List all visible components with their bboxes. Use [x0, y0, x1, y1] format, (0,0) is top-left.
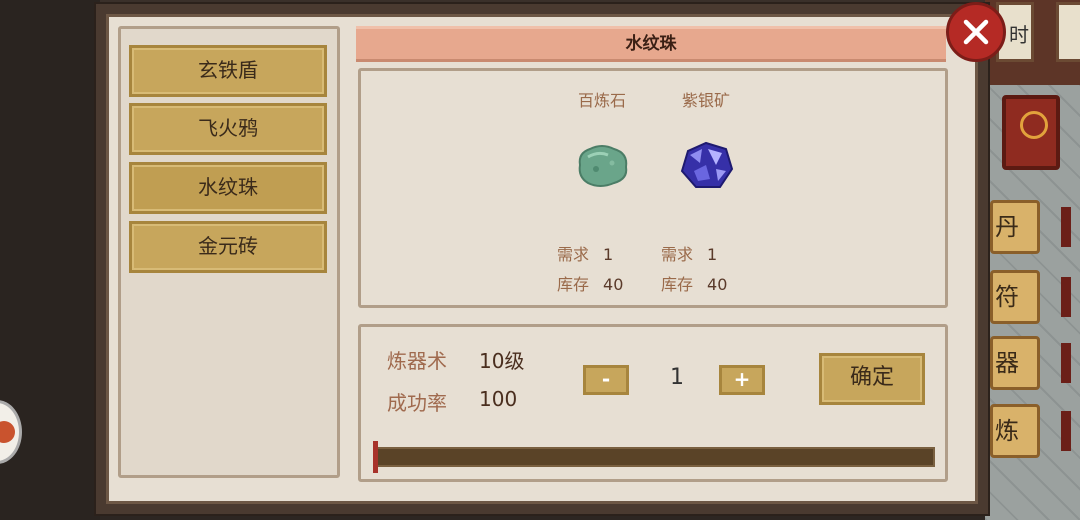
purple-ore-icon[interactable] [676, 135, 736, 195]
stock-label: 库存 [661, 275, 694, 294]
stock-label: 库存 [557, 275, 590, 294]
require-label: 需求 [557, 245, 590, 264]
recipe-item[interactable]: 金元砖 [129, 221, 327, 273]
require-value: 1 [603, 245, 614, 264]
craft-progress-bar [375, 447, 935, 467]
side-menu-lian[interactable]: 炼 [990, 404, 1071, 458]
stock-value: 40 [707, 275, 728, 294]
crafting-dialog: 玄铁盾 飞火鸦 水纹珠 金元砖 水纹珠 百炼石 需求 1 库存 40 紫银矿 需… [94, 2, 990, 516]
confirm-button[interactable]: 确定 [819, 353, 925, 405]
recipe-list: 玄铁盾 飞火鸦 水纹珠 金元砖 [118, 26, 340, 478]
material-stock-row: 库存 40 [557, 271, 623, 295]
recipe-item[interactable]: 飞火鸦 [129, 103, 327, 155]
material-name: 百炼石 [577, 91, 626, 110]
stock-value: 40 [603, 275, 624, 294]
skill-value: 10级 [479, 349, 525, 373]
green-stone-icon[interactable] [572, 135, 632, 195]
wall-scroll-text: 时 [1009, 23, 1029, 47]
success-rate-label: 成功率 [387, 391, 447, 415]
increase-quantity-button[interactable]: + [719, 365, 765, 395]
recipe-item[interactable]: 玄铁盾 [129, 45, 327, 97]
require-label: 需求 [661, 245, 694, 264]
material-card: 百炼石 需求 1 库存 40 [547, 71, 657, 301]
chair-decoration [1002, 95, 1060, 170]
close-button[interactable] [946, 2, 1006, 62]
progress-marker [373, 441, 378, 473]
require-value: 1 [707, 245, 718, 264]
side-menu-qi[interactable]: 器 [990, 336, 1071, 390]
item-title: 水纹珠 [356, 26, 946, 62]
skill-label: 炼器术 [387, 349, 447, 373]
side-menu-fu[interactable]: 符 [990, 270, 1071, 324]
success-rate-value: 100 [479, 387, 518, 411]
decrease-quantity-button[interactable]: - [583, 365, 629, 395]
close-icon [963, 19, 989, 45]
recipe-item-selected[interactable]: 水纹珠 [129, 162, 327, 214]
material-require-row: 需求 1 [661, 241, 717, 265]
wall-scroll [1056, 2, 1080, 62]
material-stock-row: 库存 40 [661, 271, 727, 295]
materials-panel: 百炼石 需求 1 库存 40 紫银矿 需求 1 库存 40 [358, 68, 948, 308]
quantity-value: 1 [670, 365, 684, 390]
side-menu-dan[interactable]: 丹 [990, 200, 1071, 254]
material-require-row: 需求 1 [557, 241, 613, 265]
craft-panel: 炼器术 10级 成功率 100 - 1 + 确定 [358, 324, 948, 482]
material-card: 紫银矿 需求 1 库存 40 [651, 71, 761, 301]
material-name: 紫银矿 [681, 91, 730, 110]
